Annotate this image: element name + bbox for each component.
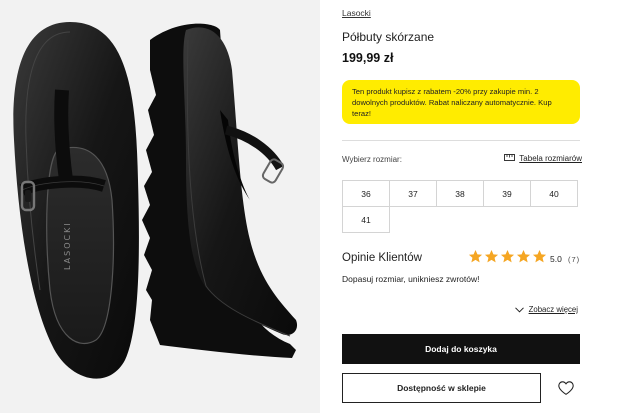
size-label: Wybierz rozmiar: xyxy=(342,155,402,164)
add-to-cart-button[interactable]: Dodaj do koszyka xyxy=(342,334,580,364)
see-more-label: Zobacz więcej xyxy=(528,305,578,314)
brand-mark: LASOCKI xyxy=(63,221,72,270)
product-image[interactable]: LASOCKI xyxy=(0,0,320,413)
star-icon xyxy=(500,249,515,263)
size-chart-label: Tabela rozmiarów xyxy=(519,154,582,163)
rating-stars[interactable] xyxy=(468,249,547,264)
size-option[interactable]: 40 xyxy=(530,180,578,207)
product-title: Półbuty skórzane xyxy=(342,30,435,44)
left-shoe-top-view: LASOCKI xyxy=(13,22,139,379)
star-icon xyxy=(516,249,531,263)
heart-icon xyxy=(558,381,574,395)
reviews-title: Opinie Klientów xyxy=(342,252,422,264)
star-icon xyxy=(484,249,499,263)
product-info: Lasocki Półbuty skórzane 199,99 zł Ten p… xyxy=(342,0,582,413)
fit-hint: Dopasuj rozmiar, unikniesz zwrotów! xyxy=(342,274,480,284)
store-availability-button[interactable]: Dostępność w sklepie xyxy=(342,373,541,403)
size-option[interactable]: 37 xyxy=(389,180,437,207)
promo-banner: Ten produkt kupisz z rabatem -20% przy z… xyxy=(342,80,580,124)
product-price: 199,99 zł xyxy=(342,51,394,65)
review-count: (7) xyxy=(568,255,581,264)
size-option[interactable]: 39 xyxy=(483,180,531,207)
size-option[interactable]: 36 xyxy=(342,180,390,207)
ruler-icon xyxy=(504,154,516,163)
see-more-link[interactable]: Zobacz więcej xyxy=(514,305,578,314)
size-chart-link[interactable]: Tabela rozmiarów xyxy=(504,154,582,163)
divider xyxy=(342,140,580,141)
rating-value: 5.0 xyxy=(550,254,562,264)
brand-link[interactable]: Lasocki xyxy=(342,8,371,18)
size-option[interactable]: 38 xyxy=(436,180,484,207)
wishlist-button[interactable] xyxy=(556,378,576,398)
shoe-pair-illustration: LASOCKI xyxy=(13,22,298,379)
star-icon xyxy=(468,249,483,263)
size-option[interactable]: 41 xyxy=(342,206,390,233)
chevron-down-icon xyxy=(514,306,524,313)
right-shoe-side-view xyxy=(142,23,298,359)
star-icon xyxy=(532,249,547,263)
